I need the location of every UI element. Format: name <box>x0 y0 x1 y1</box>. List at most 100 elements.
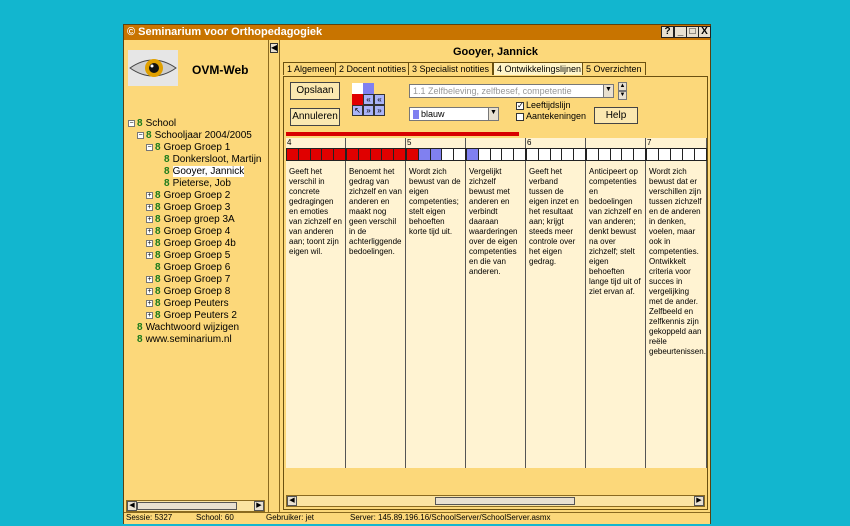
tree-node[interactable]: +8 Groep Groep 2 <box>146 190 230 202</box>
tree-node[interactable]: +8 Groep Peuters <box>146 298 229 310</box>
tree-node[interactable]: +8 Groep Groep 7 <box>146 274 230 286</box>
checkbox-unchecked-icon[interactable] <box>516 112 524 121</box>
tree-node[interactable]: 8 Gooyer, Jannick <box>155 166 245 178</box>
tree-node[interactable]: 8 www.seminarium.nl <box>128 334 232 346</box>
tree-node-label: Schooljaar 2004/2005 <box>154 130 252 141</box>
close-button[interactable]: X <box>698 26 711 38</box>
nav-indicator-current <box>352 94 363 105</box>
node-icon: 8 <box>146 130 152 141</box>
domain-select[interactable]: 1.1 Zelfbeleving, zelfbesef, competentie… <box>409 84 614 98</box>
checkbox-checked-icon[interactable]: ✓ <box>516 101 524 110</box>
score-cell[interactable] <box>513 148 526 161</box>
nav-empty <box>352 83 363 94</box>
node-icon: 8 <box>155 142 161 153</box>
score-cell[interactable] <box>573 148 586 161</box>
tree-node[interactable]: +8 Groep Peuters 2 <box>146 310 237 322</box>
tree-node[interactable]: +8 Groep Groep 3 <box>146 202 230 214</box>
expand-icon[interactable]: + <box>146 203 153 211</box>
node-icon: 8 <box>155 286 161 297</box>
tree-node-label: Groep Groep 2 <box>163 190 231 201</box>
tree-node[interactable]: −8 Groep Groep 1 <box>146 142 230 154</box>
scroll-thumb[interactable] <box>137 502 237 510</box>
tree-node[interactable]: 8 Pieterse, Job <box>155 178 231 190</box>
title-bar: © Seminarium voor Orthopedagogiek ? _ □ … <box>124 25 711 40</box>
expand-icon[interactable]: + <box>146 227 153 235</box>
level-number: 6 <box>527 138 532 147</box>
collapse-icon[interactable]: − <box>128 119 135 127</box>
score-cells <box>286 148 346 161</box>
expand-icon[interactable]: + <box>146 191 153 199</box>
chevron-down-icon[interactable]: ▼ <box>603 85 613 97</box>
tree-node-label: Groep Peuters 2 <box>163 310 237 321</box>
aantekeningen-checkbox[interactable]: Aantekeningen <box>516 111 586 121</box>
tree-node[interactable]: +8 Groep groep 3A <box>146 214 235 226</box>
tab-overzichten[interactable]: 5 Overzichten <box>582 62 646 75</box>
tab-specialist-notities[interactable]: 3 Specialist notities <box>408 62 494 75</box>
save-button[interactable]: Opslaan <box>290 82 340 100</box>
tree-node[interactable]: 8 Groep Groep 6 <box>146 262 230 274</box>
help-window-button[interactable]: ? <box>661 26 674 38</box>
collapse-icon[interactable]: − <box>137 131 144 139</box>
age-line-bar <box>286 132 519 136</box>
nav-last-icon[interactable]: » <box>374 105 385 116</box>
scroll-thumb[interactable] <box>435 497 575 505</box>
development-column: 4 Geeft het verschil in concrete gedragin… <box>286 138 346 468</box>
tree-node-label: Groep Groep 7 <box>163 274 231 285</box>
score-cell[interactable] <box>333 148 346 161</box>
milestone-text: Wordt zich bewust dat er verschillen zij… <box>649 167 706 356</box>
tree-node-label: Pieterse, Job <box>172 178 231 189</box>
help-button[interactable]: Help <box>594 107 638 124</box>
nav-prev-icon[interactable]: « <box>363 94 374 105</box>
score-cell[interactable] <box>694 148 707 161</box>
nav-up-icon[interactable]: ↖ <box>352 105 363 116</box>
tree-node[interactable]: −8 School <box>128 118 176 130</box>
tree-node[interactable]: +8 Groep Groep 4 <box>146 226 230 238</box>
score-cell[interactable] <box>393 148 406 161</box>
color-select[interactable]: blauw ▼ <box>409 107 499 121</box>
score-cell[interactable] <box>453 148 466 161</box>
score-cell[interactable] <box>633 148 646 161</box>
tab-panel: Opslaan Annuleren « « ↖ » » 1.1 Zelfbele… <box>283 76 708 510</box>
nav-next-icon[interactable]: » <box>363 105 374 116</box>
tree-node-label: Groep Groep 6 <box>163 262 231 273</box>
expand-icon[interactable]: + <box>146 275 153 283</box>
tree-node[interactable]: −8 Schooljaar 2004/2005 <box>137 130 252 142</box>
pane-splitter[interactable]: ◀ <box>268 40 280 512</box>
scroll-right-arrow-icon[interactable]: ▶ <box>694 496 704 506</box>
expand-icon[interactable]: + <box>146 311 153 319</box>
leeftijdslijn-checkbox[interactable]: ✓ Leeftijdslijn <box>516 100 571 110</box>
tree-node-label: Donkersloot, Martijn <box>172 154 262 165</box>
milestone-text: Geeft het verband tussen de eigen inzet … <box>529 167 579 266</box>
node-icon: 8 <box>164 178 170 189</box>
tab-docent-notities[interactable]: 2 Docent notities <box>335 62 411 75</box>
chevron-down-icon[interactable]: ▼ <box>488 108 498 120</box>
development-column: Benoemt het gedrag van zichzelf en van a… <box>346 138 406 468</box>
grid-horizontal-scrollbar[interactable]: ◀ ▶ <box>286 495 705 507</box>
expand-icon[interactable]: + <box>146 239 153 247</box>
tab-algemeen[interactable]: 1 Algemeen <box>283 62 339 75</box>
scroll-left-arrow-icon[interactable]: ◀ <box>127 501 137 511</box>
scroll-right-arrow-icon[interactable]: ▶ <box>254 501 264 511</box>
expand-icon[interactable]: + <box>146 299 153 307</box>
cancel-button[interactable]: Annuleren <box>290 108 340 126</box>
tree-node[interactable]: +8 Groep Groep 8 <box>146 286 230 298</box>
development-column: 6 Geeft het verband tussen de eigen inzet… <box>526 138 586 468</box>
tree-node-label: Groep Groep 3 <box>163 202 231 213</box>
tree-node-label: Groep Groep 4b <box>163 238 236 249</box>
expand-icon[interactable]: + <box>146 215 153 223</box>
tree-node[interactable]: +8 Groep Groep 4b <box>146 238 236 250</box>
tree-node[interactable]: 8 Donkersloot, Martijn <box>155 154 261 166</box>
tab-ontwikkelingslijnen[interactable]: 4 Ontwikkelingslijnen <box>493 62 586 75</box>
node-icon: 8 <box>155 202 161 213</box>
collapse-pane-icon[interactable]: ◀ <box>270 43 278 53</box>
expand-icon[interactable]: + <box>146 287 153 295</box>
scroll-left-arrow-icon[interactable]: ◀ <box>287 496 297 506</box>
tree-node[interactable]: +8 Groep Groep 5 <box>146 250 230 262</box>
collapse-icon[interactable]: − <box>146 143 153 151</box>
tree-horizontal-scrollbar[interactable]: ◀ ▶ <box>126 500 265 512</box>
nav-first-icon[interactable]: « <box>374 94 385 105</box>
tree-node[interactable]: 8 Wachtwoord wijzigen <box>128 322 239 334</box>
expand-icon[interactable]: + <box>146 251 153 259</box>
spin-down-icon[interactable]: ▼ <box>618 91 627 100</box>
spin-up-icon[interactable]: ▲ <box>618 82 627 91</box>
